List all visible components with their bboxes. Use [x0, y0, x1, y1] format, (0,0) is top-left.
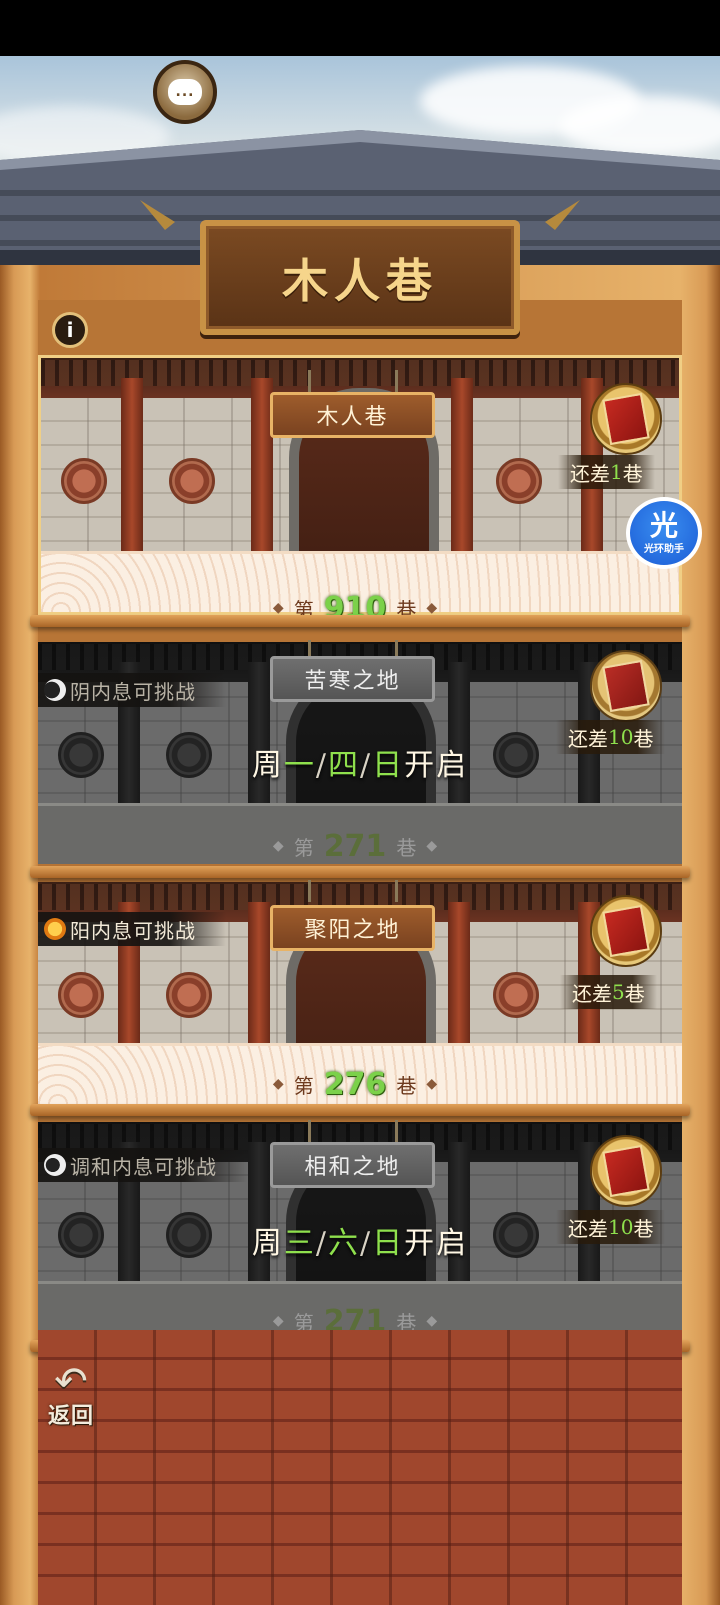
- info-icon[interactable]: i: [52, 312, 88, 348]
- moon-icon: [44, 679, 66, 701]
- brick-wall: [38, 1330, 682, 1605]
- stage-sign-harmony: 相和之地: [270, 1142, 435, 1188]
- chat-bubble-icon: ...: [168, 79, 202, 105]
- stage-number-yang: ◆ 第 276 巷 ◆: [272, 1066, 438, 1102]
- buff-badge-yang: 阳内息可挑战: [38, 912, 226, 946]
- stage-sign-yang: 聚阳之地: [270, 905, 435, 951]
- stage-sign-main: 木人巷: [270, 392, 435, 438]
- shelf-divider: [30, 1104, 690, 1116]
- back-button[interactable]: ↶ 返回: [36, 1360, 106, 1430]
- shelf-divider: [30, 866, 690, 878]
- reward-scroll-icon[interactable]: [590, 1135, 662, 1207]
- yin-yang-icon: [44, 1154, 66, 1176]
- status-bar: [0, 0, 720, 56]
- reward-scroll-icon[interactable]: [590, 650, 662, 722]
- reward-scroll-icon[interactable]: [590, 895, 662, 967]
- remaining-count-yang: 还差 5 巷: [560, 975, 657, 1009]
- stage-number-yin: ◆ 第 271 巷 ◆: [272, 828, 438, 864]
- reward-scroll-icon[interactable]: [590, 383, 662, 455]
- page-title: 木人巷: [282, 253, 438, 308]
- stage-sign-yin: 苦寒之地: [270, 656, 435, 702]
- buff-badge-yin: 阴内息可挑战: [38, 673, 226, 707]
- open-days-harmony: 周三/六/日开启: [251, 1226, 469, 1261]
- page-title-sign: 木人巷: [200, 220, 520, 335]
- shelf-divider: [30, 615, 690, 627]
- sun-icon: [44, 918, 66, 940]
- remaining-count-main: 还差 1 巷: [558, 455, 655, 489]
- chat-button[interactable]: ...: [153, 60, 217, 124]
- open-days-yin: 周一/四/日开启: [251, 748, 469, 783]
- buff-badge-harmony: 调和内息可挑战: [38, 1148, 247, 1182]
- assistant-float-button[interactable]: 光 光环助手: [626, 497, 702, 569]
- back-arrow-icon: ↶: [54, 1359, 88, 1405]
- back-label: 返回: [47, 1403, 94, 1429]
